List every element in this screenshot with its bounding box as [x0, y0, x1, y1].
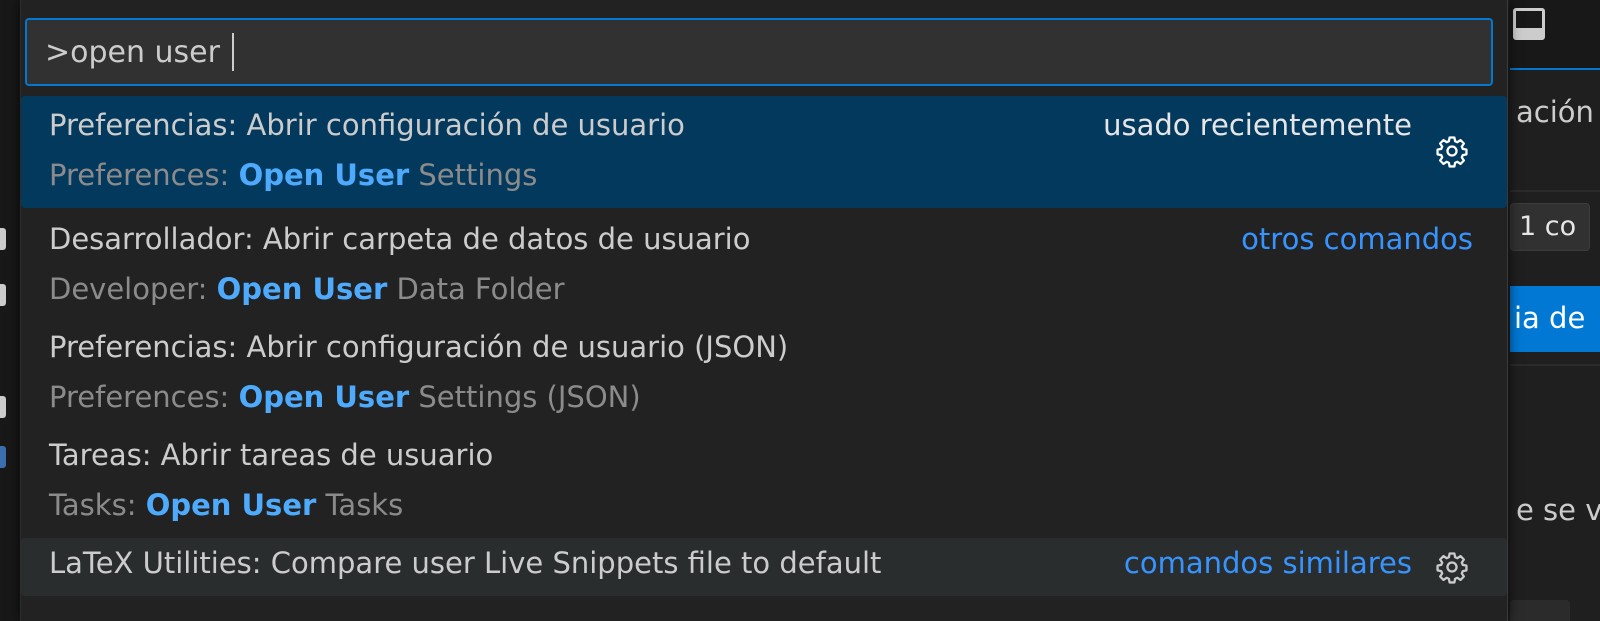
command-item-title: Tareas: Abrir tareas de usuario: [49, 438, 494, 472]
subtitle-suffix: Settings: [409, 158, 538, 192]
command-item-title: Preferencias: Abrir configuración de usu…: [49, 330, 789, 364]
command-results-list: Preferencias: Abrir configuración de usu…: [21, 96, 1507, 596]
command-item-subtitle: Preferences: Open User Settings: [49, 158, 537, 192]
subtitle-prefix: Preferences:: [49, 158, 239, 192]
subtitle-suffix: Data Folder: [387, 272, 565, 306]
gear-icon[interactable]: [1435, 550, 1469, 584]
text-caret: [231, 33, 234, 71]
layout-panel-icon[interactable]: [1513, 8, 1545, 40]
command-palette-input[interactable]: >open user: [25, 18, 1493, 86]
divider: [1510, 190, 1600, 192]
command-item[interactable]: Desarrollador: Abrir carpeta de datos de…: [21, 208, 1507, 316]
subtitle-match: Open User: [145, 488, 317, 522]
background-editor-panel: ación 1 co ia de e se v: [1510, 0, 1600, 621]
command-item-title: Desarrollador: Abrir carpeta de datos de…: [49, 222, 751, 256]
recently-used-label: usado recientemente: [1103, 108, 1412, 142]
other-commands-label: otros comandos: [1241, 222, 1473, 256]
subtitle-suffix: Tasks: [316, 488, 404, 522]
command-item[interactable]: Preferencias: Abrir configuración de usu…: [21, 316, 1507, 424]
left-marker: [0, 228, 6, 250]
left-marker: [0, 446, 6, 468]
command-item-subtitle: Preferences: Open User Settings (JSON): [49, 380, 641, 414]
background-chip[interactable]: 1 co: [1510, 203, 1590, 251]
subtitle-prefix: Preferences:: [49, 380, 239, 414]
subtitle-match: Open User: [216, 272, 388, 306]
command-item-subtitle: Developer: Open User Data Folder: [49, 272, 565, 306]
subtitle-suffix: Settings (JSON): [409, 380, 641, 414]
left-marker: [0, 396, 6, 418]
subtitle-match: Open User: [238, 380, 410, 414]
background-bottom-button[interactable]: [1510, 600, 1570, 621]
command-item-title: Preferencias: Abrir configuración de usu…: [49, 108, 685, 142]
subtitle-prefix: Developer:: [49, 272, 217, 306]
background-text-fragment: e se v: [1516, 493, 1600, 527]
active-tab-indicator: [1510, 68, 1600, 70]
command-item[interactable]: LaTeX Utilities: Compare user Live Snipp…: [21, 538, 1507, 596]
left-marker: [0, 284, 6, 306]
command-item[interactable]: Preferencias: Abrir configuración de usu…: [21, 96, 1507, 208]
similar-commands-label: comandos similares: [1123, 546, 1412, 580]
background-primary-button[interactable]: ia de: [1510, 286, 1600, 352]
subtitle-match: Open User: [238, 158, 410, 192]
command-item-title: LaTeX Utilities: Compare user Live Snipp…: [49, 546, 882, 580]
background-heading-fragment: ación: [1516, 95, 1594, 129]
gear-icon[interactable]: [1435, 134, 1469, 168]
command-palette: >open user Preferencias: Abrir configura…: [20, 0, 1508, 621]
command-palette-input-text[interactable]: >open user: [45, 35, 230, 70]
divider: [1510, 364, 1600, 366]
command-item-subtitle: Tasks: Open User Tasks: [49, 488, 403, 522]
editor-title-bar: [1510, 0, 1600, 68]
subtitle-prefix: Tasks:: [49, 488, 146, 522]
editor-left-strip: [0, 0, 20, 621]
command-item[interactable]: Tareas: Abrir tareas de usuario Tasks: O…: [21, 424, 1507, 532]
